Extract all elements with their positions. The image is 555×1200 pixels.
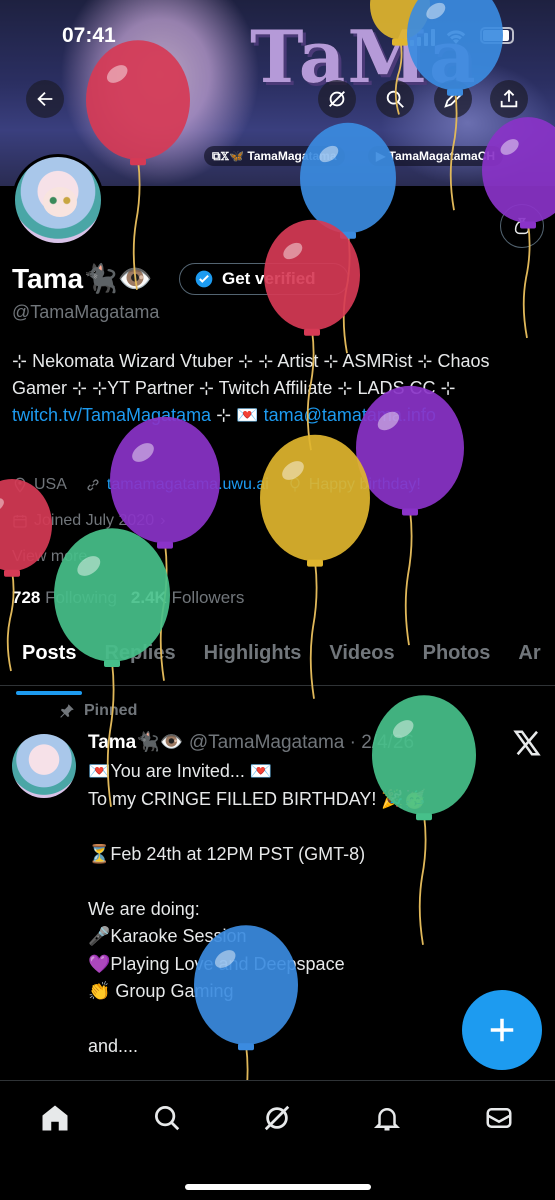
back-arrow-icon [37,91,53,107]
tab-photos[interactable]: Photos [423,630,491,685]
bell-icon [373,1108,401,1131]
plus-icon [490,1018,514,1042]
following-label: Following [45,588,117,607]
back-button[interactable] [26,80,64,118]
profile-name: Tama🐈‍⬛👁️ [12,263,153,294]
compose-button[interactable] [434,80,472,118]
profile-tabs: Posts Replies Highlights Videos Photos A… [0,630,555,695]
nav-messages[interactable] [482,1101,516,1135]
banner-handle-twitch-x: ⧉𝕏🦋 TamaMagatama [204,146,345,166]
verified-badge-icon [195,270,213,288]
tab-videos[interactable]: Videos [329,630,394,685]
search-button[interactable] [376,80,414,118]
mail-icon [486,1108,512,1128]
pinned-label: Pinned [84,702,138,719]
x-logo-icon[interactable] [512,728,542,758]
bottom-navigation [0,1080,555,1200]
location-text: USA [34,476,67,493]
get-verified-button[interactable]: Get verified [179,263,349,295]
post-avatar[interactable] [12,734,76,798]
compose-icon [444,90,462,108]
tip-button[interactable] [500,204,544,248]
home-indicator [185,1184,371,1190]
post-author[interactable]: Tama🐈‍⬛👁️ [88,732,184,753]
location-icon [14,477,26,493]
tab-articles[interactable]: Ar [518,630,540,685]
followers-label: Followers [171,588,245,607]
profile-avatar[interactable] [12,154,104,246]
clock: 07:41 [62,24,116,47]
bio-email-link[interactable]: tama@tamatama.info [264,405,436,425]
pin-icon [60,704,74,718]
joined-text: Joined July 2020 [34,512,155,529]
search-icon [155,1106,180,1131]
battery-icon [480,27,514,44]
post-header: Tama🐈‍⬛👁️ @TamaMagatama · 2/4/26 [88,730,414,754]
birthday[interactable]: Happy birthday! [287,476,421,494]
nav-grok[interactable] [260,1101,294,1135]
home-icon [42,1105,68,1131]
search-icon [386,90,404,108]
chevron-right-icon: › [160,512,166,529]
tab-highlights[interactable]: Highlights [204,630,302,685]
pinned-indicator: Pinned [58,702,137,720]
tab-replies[interactable]: Replies [104,630,175,685]
grok-icon [264,1105,290,1131]
followers-count: 2.4K [130,588,167,607]
bio-text: ⊹ Nekomata Wizard Vtuber ⊹ ⊹ Artist ⊹ AS… [12,351,490,398]
profile-meta: USA tamamagatama.uwu.ai Happy birthday! [12,476,421,494]
status-bar: 07:41 [0,0,555,72]
banner-handle-youtube: ▶ TamaMagatamaCH [368,146,504,166]
wifi-icon [446,30,466,44]
follow-stats: 728 Following 2.4K Followers [12,588,244,608]
share-icon [500,89,518,108]
profile-handle: @TamaMagatama [12,302,160,322]
profile-bio: ⊹ Nekomata Wizard Vtuber ⊹ ⊹ Artist ⊹ AS… [12,348,542,429]
birthday-text[interactable]: Happy birthday! [309,476,421,494]
following-link[interactable]: 728 Following [12,588,117,608]
nav-notifications[interactable] [370,1101,404,1135]
location: USA [12,476,67,494]
bio-text-2: ⊹ 💌 [211,405,264,425]
view-more-link[interactable]: View more [12,548,87,566]
joined-date: Joined July 2020 › [12,512,165,530]
website[interactable]: tamamagatama.uwu.ai [85,476,269,494]
balloon-icon [290,477,300,492]
share-button[interactable] [490,80,528,118]
followers-link[interactable]: 2.4K Followers [131,588,244,608]
cellular-signal-icon [410,28,436,46]
bio-twitch-link[interactable]: twitch.tv/TamaMagatama [12,405,211,425]
following-count: 728 [12,588,41,607]
get-verified-label: Get verified [222,269,316,288]
tab-posts[interactable]: Posts [15,630,83,695]
link-icon [87,479,99,491]
nav-search[interactable] [150,1101,184,1135]
grok-icon [329,91,345,107]
nav-home[interactable] [38,1101,72,1135]
calendar-icon [13,515,27,528]
post-handle-date: @TamaMagatama · 2/4/26 [188,732,415,753]
website-link[interactable]: tamamagatama.uwu.ai [107,476,269,494]
grok-button[interactable] [318,80,356,118]
money-bag-icon [514,217,530,235]
new-post-button[interactable] [462,990,542,1070]
